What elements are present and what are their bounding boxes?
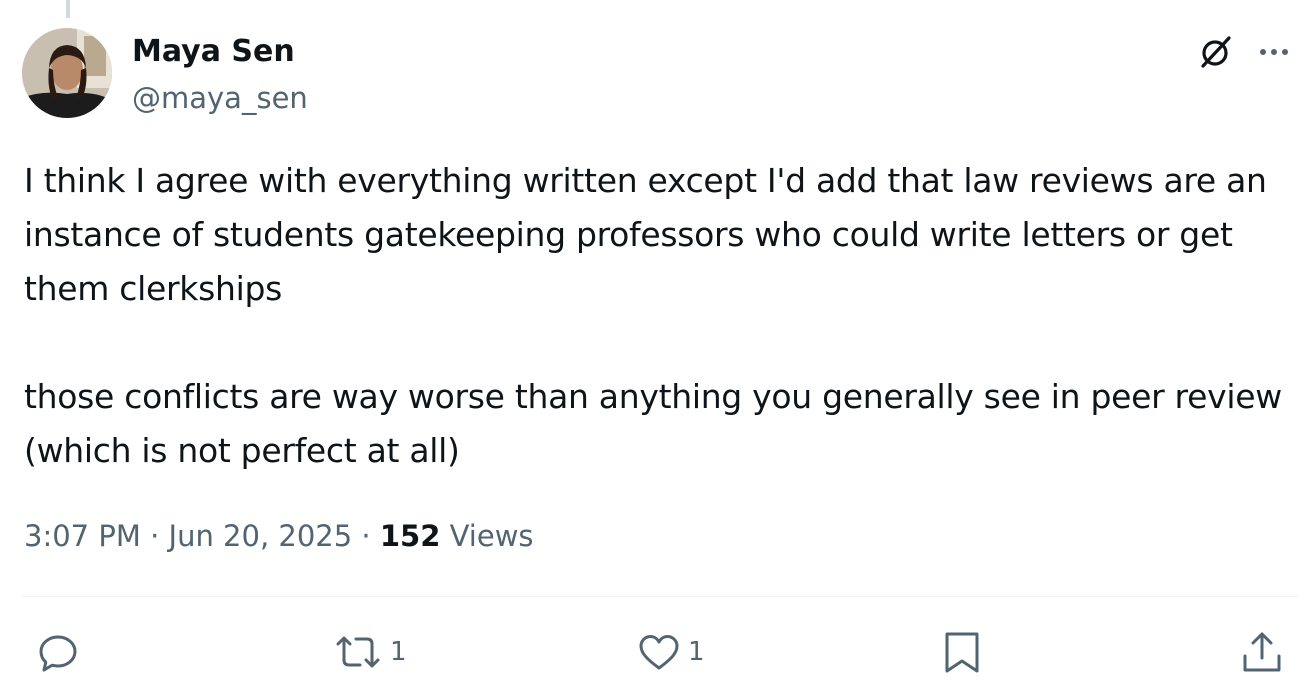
bookmark-icon [938, 628, 986, 676]
heart-icon [634, 628, 684, 676]
views-count: 152 [379, 519, 441, 553]
reply-icon [34, 628, 82, 676]
like-count: 1 [688, 637, 705, 667]
share-button[interactable] [1238, 626, 1286, 678]
meta-separator: · [150, 519, 160, 553]
more-icon[interactable] [1254, 34, 1294, 70]
divider [22, 596, 1298, 597]
tweet-meta: 3:07 PM · Jun 20, 2025 · 152 Views [24, 514, 534, 558]
retweet-button[interactable]: 1 [330, 626, 407, 678]
meta-separator: · [361, 519, 371, 553]
views-label: Views [449, 519, 534, 553]
like-button[interactable]: 1 [634, 626, 705, 678]
bookmark-button[interactable] [938, 626, 986, 678]
tweet-text: I think I agree with everything written … [24, 161, 1282, 470]
retweet-icon [330, 628, 386, 676]
tweet-date[interactable]: Jun 20, 2025 [169, 519, 353, 553]
grok-icon[interactable] [1194, 30, 1238, 74]
reply-button[interactable] [34, 626, 86, 678]
share-icon [1238, 628, 1286, 676]
thread-connector-line [66, 0, 70, 18]
avatar[interactable] [22, 28, 112, 118]
author-handle[interactable]: @maya_sen [132, 80, 308, 116]
retweet-count: 1 [390, 637, 407, 667]
author-name[interactable]: Maya Sen [132, 34, 295, 70]
tweet-time[interactable]: 3:07 PM [24, 519, 141, 553]
